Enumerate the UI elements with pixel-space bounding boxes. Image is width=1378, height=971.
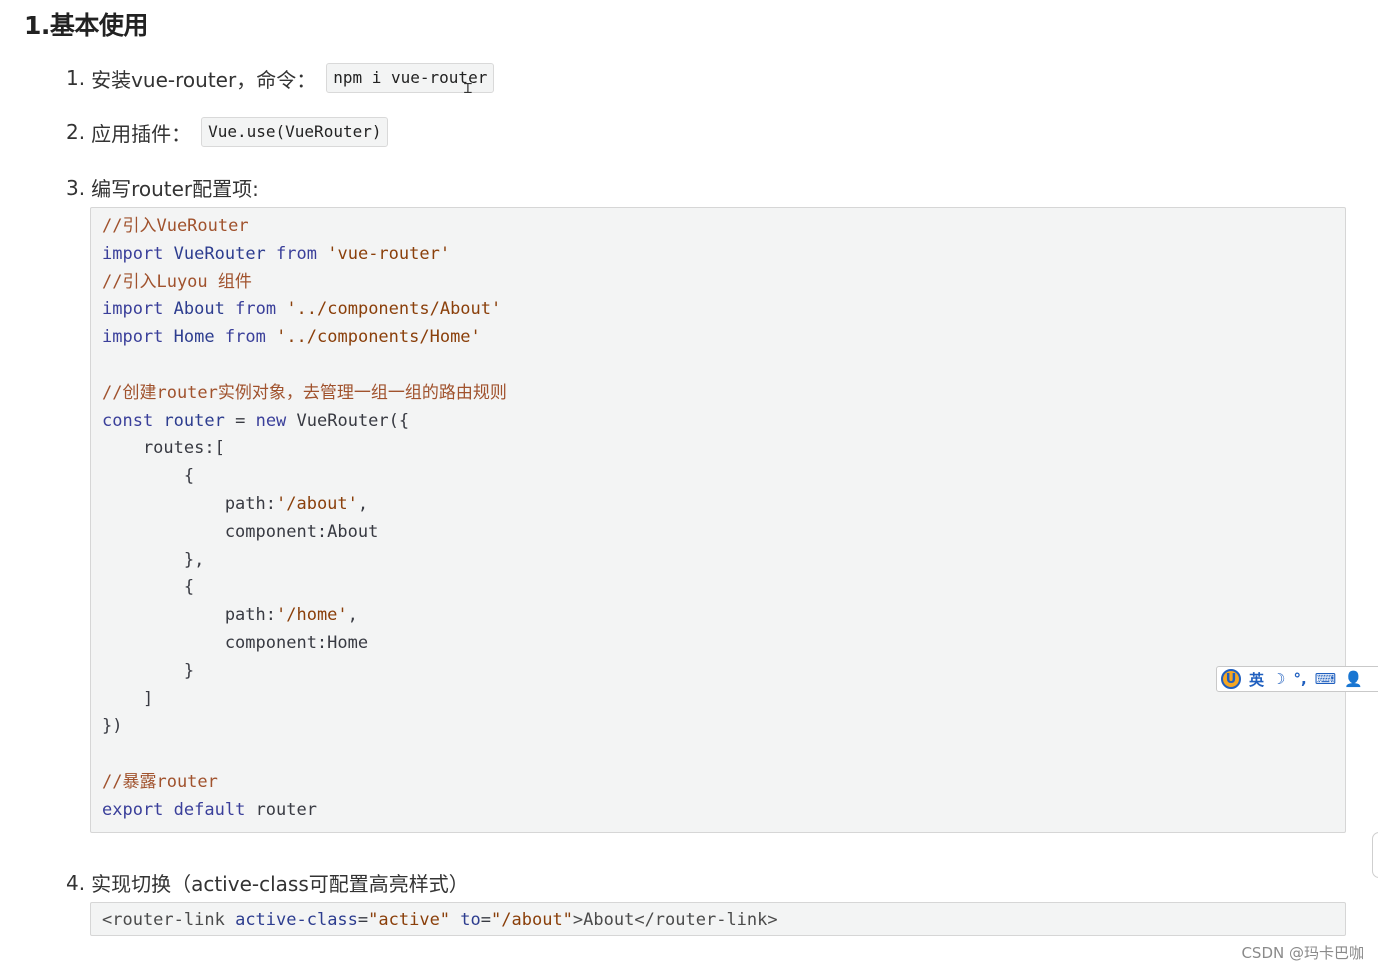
text-cursor-icon: Ɪ [464,81,472,97]
section-heading: 1.基本使用 [24,11,148,40]
code-line: import About from '../components/About' [102,299,502,320]
ime-logo-icon[interactable]: U [1221,669,1241,689]
code-line: { [102,577,195,598]
code-line: export default router [102,799,317,820]
code-line: //引入Luyou 组件 [102,271,252,292]
ime-language-toggle[interactable]: 英 [1249,669,1264,690]
step-install: 1. 安装vue-router，命令： npm i vue-router [66,63,495,93]
code-line: { [102,466,195,487]
floating-side-tab[interactable] [1372,832,1378,878]
moon-icon[interactable]: ☽ [1272,670,1285,688]
step-number: 1. [66,66,86,90]
code-line: import Home from '../components/Home' [102,327,481,348]
code-line: import VueRouter from 'vue-router' [102,243,451,264]
code-line: }) [102,716,123,737]
code-line: routes:[ [102,438,225,459]
code-line: //引入VueRouter [102,216,249,236]
step-text: 应用插件： [91,121,192,146]
punctuation-icon[interactable]: °, [1293,670,1306,688]
csdn-watermark: CSDN @玛卡巴咖 [1241,944,1364,962]
code-line: } [102,660,195,681]
step-router-config: 3. 编写router配置项: [66,173,259,202]
code-line: component:About [102,521,379,542]
keyboard-icon[interactable]: ⌨ [1315,670,1337,688]
code-line: }, [102,549,205,570]
step-use-plugin: 2. 应用插件： Vue.use(VueRouter) [66,117,389,147]
code-line: path:'/about', [102,493,369,514]
step-text: 实现切换（active-class可配置高亮样式） [91,872,469,896]
use-plugin-code: Vue.use(VueRouter) [201,117,389,147]
router-config-code-block: //引入VueRouter import VueRouter from 'vue… [90,207,1346,833]
code-line: const router = new VueRouter({ [102,410,410,431]
step-text: 安装vue-router，命令： [91,67,317,92]
step-number: 2. [66,120,86,144]
code-line: path:'/home', [102,605,358,626]
code-line: //暴露router [102,771,218,792]
code-line: component:Home [102,632,369,653]
user-icon[interactable]: 👤 [1344,670,1363,688]
step-number: 4. [66,870,86,895]
step-switch: 4. 实现切换（active-class可配置高亮样式） [66,868,469,897]
step-text: 编写router配置项: [91,177,259,201]
code-line: ] [102,688,154,709]
router-link-code-block: <router-link active-class="active" to="/… [90,902,1346,936]
code-line: //创建router实例对象，去管理一组一组的路由规则 [102,382,507,403]
ime-toolbar[interactable]: U 英 ☽ °, ⌨ 👤 [1216,666,1378,692]
step-number: 3. [66,175,86,200]
